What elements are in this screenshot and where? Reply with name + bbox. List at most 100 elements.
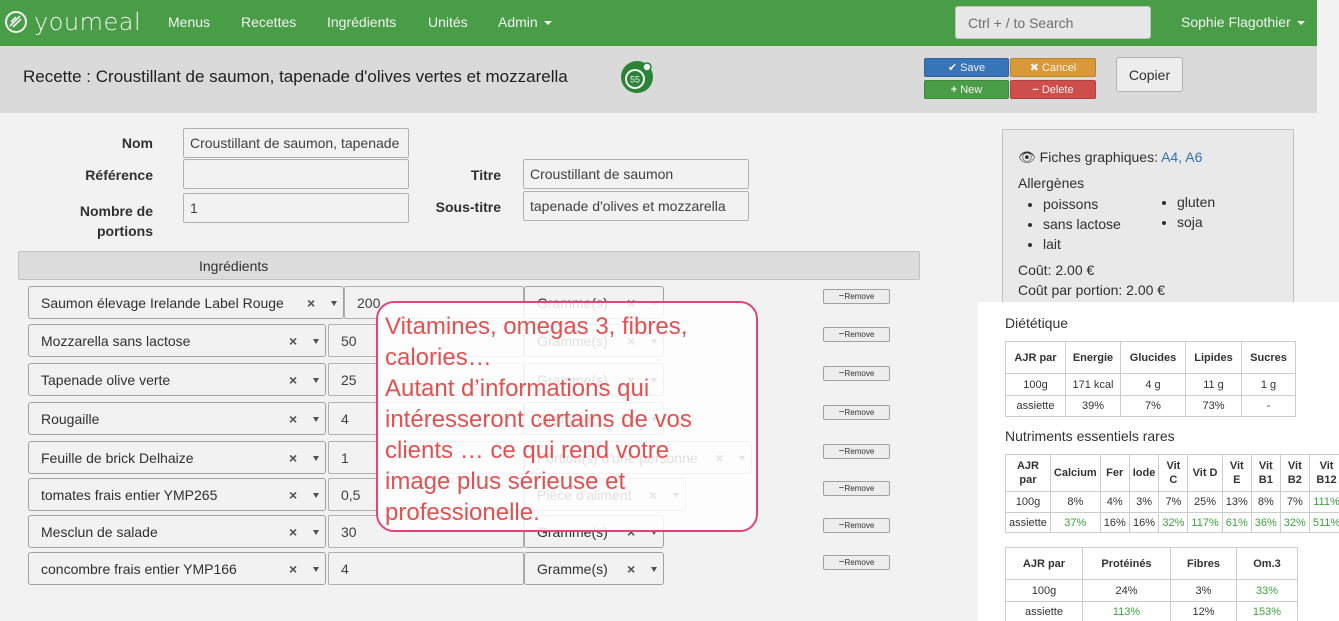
remove-button[interactable]: − Remove — [823, 555, 890, 570]
table-header: Vit E — [1221, 454, 1252, 492]
user-name: Sophie Flagothier — [1181, 14, 1291, 30]
chevron-down-icon[interactable] — [313, 339, 319, 344]
user-menu[interactable]: Sophie Flagothier — [1181, 14, 1305, 30]
nav-admin[interactable]: Admin — [498, 14, 552, 30]
allergen-item: poissons — [1043, 194, 1121, 214]
remove-button[interactable]: − Remove — [823, 444, 890, 459]
fiche-a4-link[interactable]: A4 — [1161, 149, 1178, 165]
table-cell: 61% — [1221, 512, 1252, 533]
remove-button[interactable]: − Remove — [823, 289, 890, 304]
clear-icon[interactable]: × — [289, 333, 297, 349]
table-header: Energie — [1065, 341, 1121, 374]
save-button[interactable]: ✔ Save — [924, 58, 1009, 77]
ingredient-select[interactable]: tomates frais entier YMP265 × — [28, 478, 326, 511]
delete-button[interactable]: − Delete — [1010, 80, 1096, 99]
table-cell: 7% — [1120, 395, 1186, 417]
ingredient-select[interactable]: Feuille de brick Delhaize × — [28, 441, 326, 474]
page-title: Recette : Croustillant de saumon, tapena… — [23, 67, 568, 86]
reference-input[interactable] — [183, 159, 409, 189]
nav-unites[interactable]: Unités — [428, 14, 468, 30]
table-header-row: AJR par Protéinés Fibres Om.3 — [1005, 547, 1298, 580]
clear-icon[interactable]: × — [307, 295, 315, 311]
clear-icon[interactable]: × — [289, 450, 297, 466]
table-cell: 113% — [1082, 601, 1171, 621]
remove-label: Remove — [844, 558, 875, 567]
remove-label: Remove — [844, 369, 875, 378]
table-cell: 32% — [1158, 512, 1189, 533]
nav-ingredients[interactable]: Ingrédients — [327, 14, 396, 30]
allergen-item: lait — [1043, 234, 1121, 254]
clear-icon[interactable]: × — [289, 487, 297, 503]
cancel-button[interactable]: ✖ Cancel — [1010, 58, 1096, 77]
proteines-table: AJR par Protéinés Fibres Om.3 100g 24% 3… — [1005, 547, 1298, 621]
chevron-down-icon[interactable] — [313, 530, 319, 535]
chevron-down-icon[interactable] — [313, 417, 319, 422]
ingredient-select[interactable]: concombre frais entier YMP166 × — [28, 552, 326, 585]
chevron-down-icon[interactable] — [651, 567, 657, 572]
remove-button[interactable]: − Remove — [823, 518, 890, 533]
chevron-down-icon[interactable] — [313, 378, 319, 383]
nutriments-table: AJR par Calcium Fer Iode Vit C Vit D Vit E Vit B1 Vi… — [1005, 454, 1339, 533]
remove-button[interactable]: − Remove — [823, 327, 890, 342]
unit-name: Gramme(s) — [537, 560, 608, 577]
brand-name: youmeal — [34, 8, 142, 36]
table-header: AJR par — [1005, 547, 1083, 580]
callout-line: professionelle. — [385, 499, 540, 526]
clear-icon[interactable]: × — [289, 411, 297, 427]
ingredient-select[interactable]: Mesclun de salade × — [28, 515, 326, 548]
table-header-text: Vit — [1258, 460, 1273, 472]
nom-input[interactable]: Croustillant de saumon, tapenade — [183, 128, 409, 158]
ingredient-select[interactable]: Rougaille × — [28, 402, 326, 435]
new-button[interactable]: + New — [924, 80, 1009, 99]
cout: Coût: 2.00 € — [1018, 262, 1095, 278]
remove-button[interactable]: − Remove — [823, 405, 890, 420]
ingredient-select[interactable]: Mozzarella sans lactose × — [28, 324, 326, 357]
portions-input[interactable]: 1 — [183, 193, 409, 223]
nav-admin-label: Admin — [498, 14, 538, 30]
dietetique-table: AJR par Energie Glucides Lipides Sucres … — [1005, 341, 1296, 417]
titre-input[interactable]: Croustillant de saumon — [523, 159, 749, 189]
portions-label: Nombre de portions — [40, 201, 153, 241]
chevron-down-icon[interactable] — [313, 567, 319, 572]
table-header: Om.3 — [1236, 547, 1298, 580]
allergenes-list-1: poissons sans lactose lait — [1043, 194, 1121, 254]
ingredient-select[interactable]: Saumon élevage Irelande Label Rouge × — [28, 286, 344, 319]
allergen-item: soja — [1177, 212, 1215, 232]
plus-icon: + — [950, 83, 958, 96]
ingredient-select[interactable]: Tapenade olive verte × — [28, 363, 326, 396]
table-cell: 3% — [1128, 491, 1160, 513]
chevron-down-icon[interactable] — [313, 493, 319, 498]
brand-logo[interactable]: youmeal — [4, 8, 141, 36]
nav-menus[interactable]: Menus — [168, 14, 210, 30]
search-input[interactable] — [955, 6, 1151, 39]
table-header: Vit B2 — [1279, 454, 1310, 492]
clear-icon[interactable]: × — [289, 372, 297, 388]
close-icon: ✖ — [1029, 62, 1039, 74]
recipe-info-panel: 👁 Fiches graphiques: A4, A6 Allergènes p… — [1002, 129, 1294, 303]
remove-button[interactable]: − Remove — [823, 481, 890, 496]
soustitre-input[interactable]: tapenade d'olives et mozzarella — [523, 191, 749, 221]
table-header-text: Vit — [1319, 460, 1334, 472]
remove-label: Remove — [844, 447, 875, 456]
clear-icon[interactable]: × — [289, 561, 297, 577]
table-cell: 111% — [1308, 491, 1339, 513]
remove-button[interactable]: − Remove — [823, 366, 890, 381]
table-header: Calcium — [1049, 454, 1101, 492]
nav-recettes[interactable]: Recettes — [241, 14, 296, 30]
table-header-text: B1 — [1258, 474, 1273, 486]
callout-line: intéresseront certains de vos — [385, 406, 692, 433]
copy-button[interactable]: Copier — [1116, 57, 1183, 92]
clear-icon[interactable]: × — [627, 561, 635, 577]
table-header: Fer — [1099, 454, 1130, 492]
chevron-down-icon[interactable] — [313, 456, 319, 461]
chevron-down-icon[interactable] — [331, 301, 337, 306]
clear-icon[interactable]: × — [289, 524, 297, 540]
save-label: Save — [960, 61, 986, 74]
quantity-input[interactable]: 4 — [328, 552, 524, 585]
unit-select[interactable]: Gramme(s) × — [524, 552, 664, 585]
table-header: AJR par — [1005, 341, 1066, 374]
table-header: Protéinés — [1082, 547, 1171, 580]
allergen-item: gluten — [1177, 192, 1215, 212]
fiche-a6-link[interactable]: A6 — [1185, 149, 1202, 165]
table-row: assiette 39% 7% 73% - — [1005, 395, 1296, 417]
